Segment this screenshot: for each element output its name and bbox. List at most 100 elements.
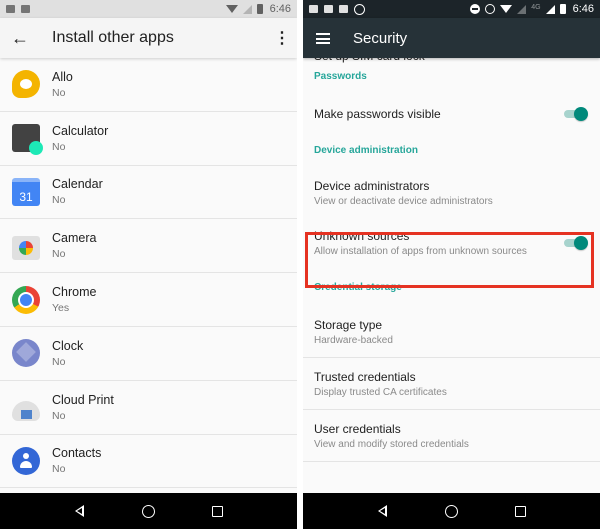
status-bar: 4G 6:46 — [303, 0, 600, 18]
unknown-sources-item[interactable]: Unknown sources Allow installation of ap… — [303, 217, 600, 269]
setting-title: User credentials — [314, 421, 401, 436]
menu-button[interactable] — [303, 28, 343, 49]
setting-subtitle: View or deactivate device administrators — [314, 196, 493, 207]
calendar-icon: 31 — [12, 177, 40, 206]
setting-subtitle: View and modify stored credentials — [314, 438, 469, 450]
more-options-icon[interactable]: ⋮ — [267, 28, 297, 48]
section-header-credential-storage: Credential storage — [314, 282, 402, 293]
app-name: Allo — [52, 69, 73, 84]
setting-subtitle: Allow installation of apps from unknown … — [314, 246, 527, 257]
app-name: Calendar — [52, 177, 103, 192]
app-bar: Security — [303, 18, 600, 58]
chrome-icon — [12, 285, 40, 314]
app-item-cloud-print[interactable]: Cloud Print No — [0, 381, 297, 435]
nav-home-button[interactable] — [440, 501, 464, 521]
nav-back-button[interactable] — [371, 501, 395, 521]
setting-title: Device administrators — [314, 179, 430, 193]
section-header-passwords: Passwords — [314, 71, 367, 82]
app-item-chrome[interactable]: Chrome Yes — [0, 273, 297, 327]
hamburger-icon — [316, 33, 330, 45]
app-item-allo[interactable]: Allo No — [0, 58, 297, 112]
app-item-camera[interactable]: Camera No — [0, 219, 297, 274]
home-circle-icon — [142, 504, 155, 518]
no-sim-icon — [242, 4, 252, 14]
app-status: No — [52, 463, 66, 476]
app-item-contacts[interactable]: Contacts No — [0, 435, 297, 489]
trusted-credentials-item[interactable]: Trusted credentials Display trusted CA c… — [303, 358, 600, 410]
app-status: No — [52, 248, 66, 261]
install-other-apps-screen: 6:46 ← Install other apps ⋮ Allo No Calc… — [0, 0, 297, 529]
back-arrow-icon[interactable]: ← — [0, 28, 40, 49]
back-triangle-icon — [378, 505, 387, 517]
status-time: 6:46 — [269, 3, 291, 15]
toggle-thumb — [574, 236, 588, 250]
battery-icon — [256, 4, 263, 14]
setting-title: Trusted credentials — [314, 369, 416, 384]
setting-subtitle: Hardware-backed — [314, 334, 393, 346]
app-status: No — [52, 194, 66, 207]
calculator-icon — [12, 124, 43, 156]
nav-back-button[interactable] — [68, 501, 92, 521]
message-icon — [309, 5, 318, 13]
page-title: Install other apps — [52, 29, 174, 46]
security-settings-screen: 4G 6:46 Security Set up SIM card lock Pa… — [303, 0, 600, 529]
contacts-icon — [12, 446, 40, 475]
home-circle-icon — [445, 504, 458, 518]
nav-home-button[interactable] — [137, 501, 161, 521]
alarm-icon — [485, 4, 496, 14]
make-passwords-visible-item[interactable]: Make passwords visible — [303, 95, 600, 132]
app-list: Allo No Calculator No 31 Calendar No Cam… — [0, 58, 297, 489]
nav-recents-button[interactable] — [509, 501, 533, 521]
gmail-icon — [6, 5, 15, 13]
toggle-thumb — [574, 106, 588, 121]
photos-icon — [21, 5, 30, 13]
status-time: 6:46 — [572, 3, 594, 15]
app-status: Yes — [52, 302, 70, 315]
setting-title: Make passwords visible — [314, 106, 441, 121]
storage-type-item[interactable]: Storage type Hardware-backed — [303, 306, 600, 358]
app-item-calculator[interactable]: Calculator No — [0, 112, 297, 166]
device-administrators-item[interactable]: Device administrators View or deactivate… — [303, 169, 600, 217]
app-item-clock[interactable]: Clock No — [0, 327, 297, 381]
signal-icon — [545, 4, 555, 14]
photos-icon — [339, 5, 348, 13]
battery-icon — [559, 4, 566, 14]
signal-empty-icon — [517, 4, 527, 14]
app-name: Cloud Print — [52, 392, 114, 407]
app-status: No — [52, 86, 66, 99]
app-item-calendar[interactable]: 31 Calendar No — [0, 166, 297, 220]
recents-square-icon — [515, 505, 526, 517]
user-credentials-item[interactable]: User credentials View and modify stored … — [303, 410, 600, 462]
whatsapp-icon — [354, 3, 365, 15]
allo-icon — [12, 70, 40, 99]
app-name: Contacts — [52, 446, 102, 461]
app-name: Calculator — [52, 123, 109, 138]
wifi-icon — [500, 5, 513, 13]
settings-list: Set up SIM card lock Passwords Make pass… — [303, 49, 600, 462]
navigation-bar — [0, 493, 297, 529]
back-triangle-icon — [75, 505, 84, 517]
wifi-icon — [225, 5, 238, 13]
status-bar: 6:46 — [0, 0, 297, 18]
unknown-sources-toggle[interactable] — [564, 236, 588, 250]
recents-square-icon — [212, 505, 223, 517]
make-passwords-visible-toggle[interactable] — [564, 106, 588, 121]
app-status: No — [52, 140, 66, 153]
clock-icon — [12, 339, 40, 368]
setting-title: Unknown sources — [314, 229, 410, 243]
app-name: Clock — [52, 338, 84, 353]
app-status: No — [52, 409, 66, 422]
section-header-device-administration: Device administration — [314, 145, 418, 156]
do-not-disturb-icon — [470, 4, 481, 14]
setting-subtitle: Display trusted CA certificates — [314, 386, 447, 398]
app-name: Camera — [52, 231, 97, 246]
setting-title: Storage type — [314, 317, 383, 332]
app-bar: ← Install other apps ⋮ — [0, 18, 297, 58]
cloud-print-icon — [12, 401, 40, 422]
navigation-bar — [303, 493, 600, 529]
gmail-icon — [324, 5, 333, 13]
app-status: No — [52, 355, 66, 368]
nav-recents-button[interactable] — [206, 501, 230, 521]
app-name: Chrome — [52, 285, 97, 300]
network-type: 4G — [531, 3, 541, 11]
